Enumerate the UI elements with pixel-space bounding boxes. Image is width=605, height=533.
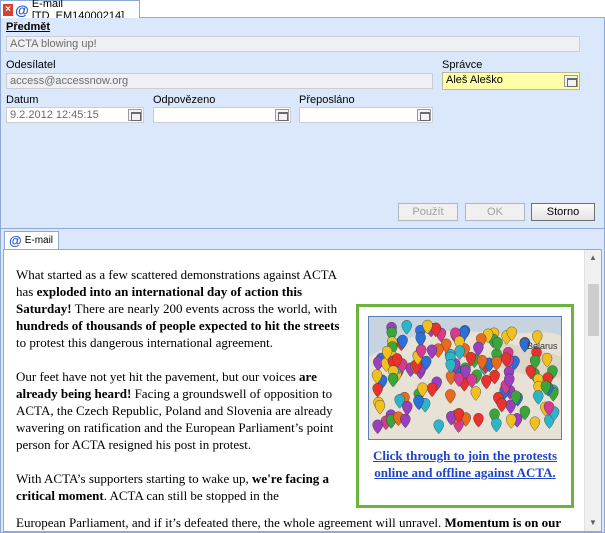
- paragraph-2: Our feet have not yet hit the pavement, …: [16, 369, 334, 452]
- email-header-form: Předmět ACTA blowing up! Odesílatel acce…: [0, 18, 605, 228]
- sender-label: Odesílatel: [6, 59, 56, 71]
- ok-button[interactable]: OK: [465, 203, 525, 221]
- forwarded-field[interactable]: [299, 107, 433, 123]
- date-value: 9.2.2012 12:45:15: [10, 109, 99, 121]
- map-label-belarus: Belarus: [527, 341, 558, 351]
- manager-value: Aleš Aleško: [446, 74, 503, 86]
- email-document-tab[interactable]: × @ E-mail [TD_EM14000214]: [0, 0, 140, 22]
- paragraph-3: With ACTA’s supporters starting to wake …: [16, 471, 330, 503]
- date-label: Datum: [6, 94, 39, 106]
- close-tab-icon[interactable]: ×: [3, 3, 14, 16]
- scroll-up-icon[interactable]: ▲: [585, 250, 601, 266]
- join-protests-link[interactable]: Click through to join the protests onlin…: [365, 447, 565, 481]
- europe-map-graphic: Belarus: [369, 317, 561, 439]
- email-body-viewer[interactable]: What started as a few scattered demonstr…: [3, 249, 602, 532]
- subject-label: Předmět: [6, 21, 51, 33]
- protest-map-image[interactable]: Belarus: [368, 316, 562, 440]
- email-body-text: What started as a few scattered demonstr…: [16, 266, 346, 504]
- cancel-button[interactable]: Storno: [531, 203, 595, 221]
- scroll-down-icon[interactable]: ▼: [585, 515, 601, 531]
- replied-label: Odpovězeno: [153, 94, 216, 106]
- date-calendar-icon[interactable]: [128, 109, 142, 121]
- document-tabstrip: × @ E-mail [TD_EM14000214]: [0, 0, 605, 22]
- paragraph-3-continued: European Parliament, and if it’s defeate…: [16, 515, 562, 530]
- subject-field[interactable]: ACTA blowing up!: [6, 36, 580, 52]
- use-button[interactable]: Použít: [398, 203, 458, 221]
- sender-field[interactable]: access@accessnow.org: [6, 73, 433, 89]
- email-at-icon: @: [15, 1, 29, 18]
- forwarded-label: Přeposláno: [299, 94, 355, 106]
- manager-label: Správce: [442, 59, 483, 71]
- email-tab-at-icon: @: [9, 232, 22, 248]
- date-field[interactable]: 9.2.2012 12:45:15: [6, 107, 144, 123]
- vertical-scrollbar[interactable]: ▲ ▼: [584, 250, 601, 531]
- replied-calendar-icon[interactable]: [275, 109, 289, 121]
- protest-map-box[interactable]: Belarus Click through to join the protes…: [356, 304, 574, 508]
- email-body-tab[interactable]: @ E-mail: [4, 231, 59, 249]
- scroll-thumb[interactable]: [588, 284, 599, 336]
- replied-field[interactable]: [153, 107, 291, 123]
- manager-field[interactable]: Aleš Aleško: [442, 72, 580, 90]
- email-tab-label: E-mail: [24, 235, 54, 246]
- manager-picker-icon[interactable]: [564, 75, 578, 87]
- email-body-panel: @ E-mail What started as a few scattered…: [0, 228, 605, 533]
- forwarded-calendar-icon[interactable]: [417, 109, 431, 121]
- paragraph-1: What started as a few scattered demonstr…: [16, 267, 340, 350]
